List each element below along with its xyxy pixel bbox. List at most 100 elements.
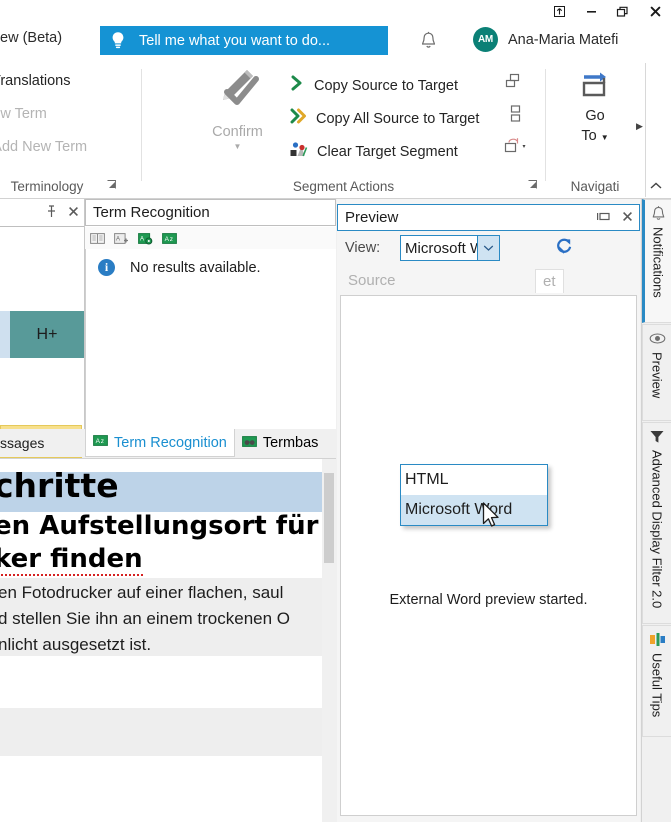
fragment-panel-tabrow: ssages [0,429,84,457]
preview-source-target-tabs: Source et [337,269,640,295]
editor-heading-3: ker finden [0,545,143,577]
copy-overlap-icon[interactable] [505,73,523,90]
editor-document[interactable]: chritte en Aufstellungsort für Ih ker fi… [0,458,336,822]
tab-term-recognition-label: Term Recognition [114,434,227,451]
view-label: View: [345,240,381,256]
editor-paragraph-2: d stellen Sie ihn an einem trockenen O [0,609,291,628]
maximize-button[interactable] [607,0,639,22]
close-icon[interactable] [62,206,84,220]
chevron-right-green-icon [290,75,305,96]
editor-row[interactable]: en Aufstellungsort für Ih [0,512,336,545]
editor-row[interactable]: ker finden [0,545,336,578]
ribbon-group-title-segment-actions: Segment Actions [292,179,395,194]
editor-row[interactable]: chritte [0,472,336,512]
close-button[interactable] [639,0,671,22]
term-recognition-icon: Az [93,434,108,451]
svg-text:z: z [101,438,104,445]
view-term-details-icon[interactable] [85,232,109,245]
preview-tab-source[interactable]: Source [341,269,403,292]
termbase-search-icon [241,435,257,452]
editor-row[interactable] [0,708,336,756]
funnel-icon [649,428,665,445]
vertical-tab-useful-tips[interactable]: Useful Tips [642,625,671,737]
editor-row[interactable]: nlicht ausgesetzt ist. [0,630,336,656]
add-new-term-icon[interactable]: A [109,232,133,245]
editor-row[interactable]: en Fotodrucker auf einer flachen, saul [0,578,336,604]
ribbon-button-clear-target-segment[interactable]: Clear Target Segment [290,135,458,168]
fragment-panel-body: H+ brockmann [0,227,84,458]
editor-row[interactable] [0,656,336,708]
tab-termbase-search-label: Termbas [262,435,319,451]
bell-icon[interactable] [420,31,437,56]
right-tab-strip: Notifications Preview Advanced Display F… [641,199,671,822]
dropdown-option-html[interactable]: HTML [401,465,547,495]
dialog-launcher-icon[interactable] [528,180,537,191]
more-commands-icon[interactable]: ▶ [636,121,643,132]
preview-tab-target[interactable]: et [535,269,564,293]
stacked-squares-icon[interactable] [508,105,522,123]
ribbon-button-go-to[interactable]: Go To ▼ [555,69,635,148]
tell-me-search-box[interactable]: Tell me what you want to do... [100,26,388,55]
ribbon-button-confirm[interactable]: Confirm ▼ [190,67,285,175]
fragment-matches-panel: H+ brockmann [0,199,85,458]
term-recognition-panel: Term Recognition A A Az i No results ava… [85,199,336,429]
clear-segment-icon [290,141,308,162]
pin-icon[interactable] [40,204,62,221]
fragment-chip-teal[interactable]: H+ [10,311,84,358]
tips-icon [649,631,666,648]
vertical-tab-notifications[interactable]: Notifications [642,199,671,323]
user-account[interactable]: AM Ana-Maria Matefi [473,27,618,52]
editor-heading-1: chritte [0,472,119,505]
ribbon-button-show-translations[interactable]: Show Translations [0,73,70,89]
svg-text:A: A [140,236,144,242]
ribbon-button-add-new-term[interactable]: Add New Term [0,106,47,122]
close-icon[interactable] [615,211,639,225]
dropdown-option-microsoft-word[interactable]: Microsoft Word [401,495,547,525]
lightbulb-icon [109,31,127,50]
copy-all-source-to-target-label: Copy All Source to Target [316,110,480,127]
chevron-down-icon[interactable]: ▼ [234,142,242,151]
ribbon-button-copy-all-source-to-target[interactable]: Copy All Source to Target [290,102,479,135]
restore-up-button[interactable] [543,0,575,22]
tab-term-recognition[interactable]: Az Term Recognition [85,429,235,457]
clear-target-segment-label: Clear Target Segment [317,143,458,160]
editor-row[interactable]: d stellen Sie ihn an einem trockenen O [0,604,336,630]
vertical-tab-useful-tips-label: Useful Tips [649,653,665,718]
svg-text:z: z [169,235,172,242]
term-recognition-settings-icon[interactable]: Az [157,232,181,245]
vertical-tab-preview-label: Preview [649,352,665,399]
editor-row[interactable] [0,756,336,822]
vertical-tab-notifications-label: Notifications [650,227,666,298]
term-recognition-content: i No results available. [85,249,336,429]
avatar: AM [473,27,498,52]
scrollbar-thumb[interactable] [324,473,334,563]
preview-header: Preview [337,204,640,231]
confirm-label: Confirm [212,124,263,140]
tab-termbase-search[interactable]: Termbas [235,429,326,457]
term-recognition-message: i No results available. [98,259,261,276]
vertical-tab-preview[interactable]: Preview [642,324,671,421]
fragment-panel-header [0,199,84,227]
ribbon-tab-review-beta[interactable]: ew (Beta) [0,30,62,46]
collapse-ribbon-icon[interactable] [649,181,663,194]
term-recognition-title: Term Recognition [93,204,210,221]
edit-term-settings-icon[interactable]: A [133,232,157,245]
window-controls [543,0,671,22]
bell-icon [651,205,666,222]
preview-canvas: External Word preview started. [340,295,637,816]
ribbon-button-copy-source-to-target[interactable]: Copy Source to Target [290,69,458,102]
float-window-icon[interactable] [591,211,615,225]
chevron-down-icon[interactable] [478,235,500,261]
ribbon-button-quick-add-new-term[interactable]: Quick Add New Term [0,139,87,155]
double-chevron-green-yellow-icon [290,108,307,129]
fragment-panel-tab-messages[interactable]: ssages [0,435,44,451]
editor-vertical-scrollbar[interactable] [322,459,336,822]
minimize-button[interactable] [575,0,607,22]
view-select-dropdown[interactable]: HTML Microsoft Word [400,464,548,526]
restore-segment-icon[interactable] [504,137,528,155]
view-select[interactable]: Microsoft Wor [400,235,478,261]
dialog-launcher-icon[interactable] [107,180,116,191]
refresh-preview-button[interactable] [555,237,573,255]
vertical-tab-advanced-display-filter[interactable]: Advanced Display Filter 2.0 [642,422,671,624]
editor-heading-2: en Aufstellungsort für Ih [0,512,336,541]
